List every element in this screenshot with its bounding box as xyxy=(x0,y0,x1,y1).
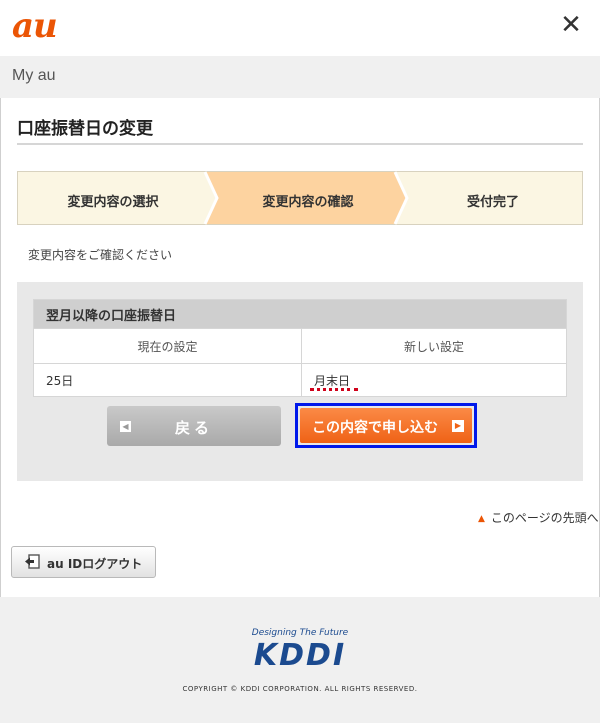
triangle-up-icon: ▲ xyxy=(478,514,485,524)
logout-button[interactable]: au IDログアウト xyxy=(11,546,156,578)
footer-tagline: Designing The Future xyxy=(251,628,349,638)
current-value: 25日 xyxy=(33,363,302,397)
logout-icon xyxy=(25,554,40,569)
confirm-note: 変更内容をご確認ください xyxy=(28,248,173,262)
footer: Designing The Future KDDI COPYRIGHT © KD… xyxy=(0,597,600,723)
myau-title: My au xyxy=(12,67,56,84)
progress-steps: 変更内容の選択 変更内容の確認 受付完了 xyxy=(17,171,583,225)
step-confirm: 変更内容の確認 xyxy=(262,195,354,210)
kddi-logo: KDDI xyxy=(253,638,347,673)
header-new: 新しい設定 xyxy=(301,328,567,364)
back-label: 戻る xyxy=(174,419,213,437)
new-value: 月末日 xyxy=(310,372,358,391)
au-logo[interactable]: au xyxy=(12,6,58,46)
title-divider xyxy=(17,143,583,145)
page-title: 口座振替日の変更 xyxy=(17,119,153,139)
table-caption: 翌月以降の口座振替日 xyxy=(33,299,567,329)
step-complete: 受付完了 xyxy=(466,195,519,210)
myau-bar: My au xyxy=(0,56,600,98)
close-icon[interactable]: ✕ xyxy=(558,12,584,38)
back-button[interactable]: ◀ 戻る xyxy=(107,406,281,446)
copyright: COPYRIGHT © KDDI CORPORATION. ALL RIGHTS… xyxy=(182,685,418,693)
new-value-cell: 月末日 xyxy=(301,363,567,397)
arrow-right-icon: ▶ xyxy=(452,420,464,432)
submit-label: この内容で申し込む xyxy=(312,420,438,436)
logout-label: au IDログアウト xyxy=(47,557,143,571)
step-select: 変更内容の選択 xyxy=(67,195,159,210)
page-top-link[interactable]: ▲ このページの先頭へ xyxy=(478,509,599,526)
emphasis-dots xyxy=(310,387,358,391)
header-current: 現在の設定 xyxy=(33,328,302,364)
top-bar: au ✕ xyxy=(0,0,600,56)
change-table: 翌月以降の口座振替日 現在の設定 新しい設定 25日 月末日 xyxy=(33,299,567,397)
submit-button[interactable]: この内容で申し込む ▶ xyxy=(300,408,472,443)
